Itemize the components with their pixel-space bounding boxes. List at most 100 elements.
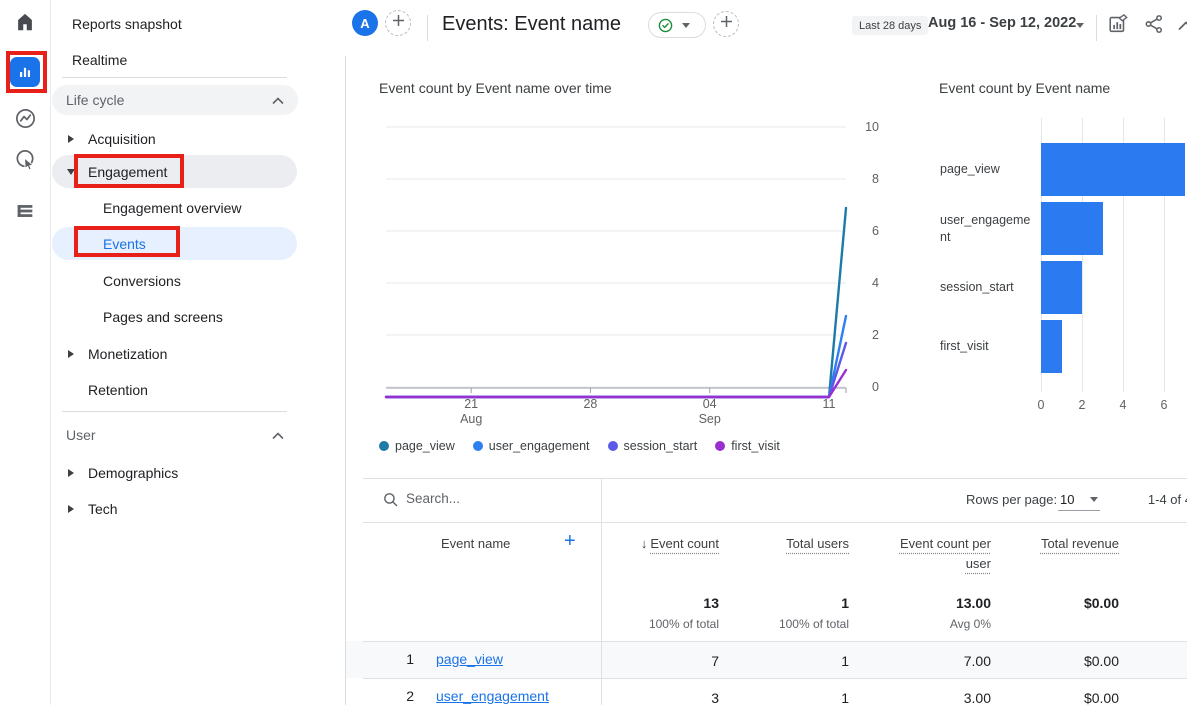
legend-label: session_start — [624, 439, 698, 453]
add-comparison-button[interactable] — [385, 10, 411, 36]
date-preset-badge: Last 28 days — [852, 16, 928, 35]
legend-item[interactable]: page_view — [379, 439, 455, 453]
svg-text:6: 6 — [872, 224, 879, 238]
column-header-total-revenue[interactable]: Total revenue — [1029, 534, 1119, 554]
report-status-button[interactable] — [648, 12, 706, 38]
legend-label: first_visit — [731, 439, 780, 453]
reports-icon — [10, 57, 40, 87]
cell-event-count-per-user: 3.00 — [891, 688, 991, 705]
collapse-down-icon — [65, 169, 77, 175]
expand-right-icon — [65, 469, 77, 477]
caret-down-icon — [1090, 497, 1098, 502]
sort-descending-icon: ↓ — [641, 534, 648, 554]
bar[interactable] — [1041, 143, 1185, 196]
cell-total-revenue: $0.00 — [1029, 688, 1119, 705]
section-label: Life cycle — [66, 92, 124, 108]
bar-axis-tick: 6 — [1154, 398, 1174, 412]
rows-per-page-value: 10 — [1060, 492, 1074, 507]
cell-event-count: 7 — [609, 651, 719, 673]
svg-text:21: 21 — [464, 397, 478, 411]
share-button[interactable] — [1141, 13, 1167, 39]
bar[interactable] — [1041, 261, 1082, 314]
check-circle-icon — [657, 17, 674, 34]
date-range-selector[interactable]: Aug 16 - Sep 12, 2022 — [928, 15, 1076, 31]
totals-sub-total-users: 100% of total — [739, 615, 849, 634]
sidebar-item-pages-and-screens[interactable]: Pages and screens — [52, 301, 297, 333]
svg-text:4: 4 — [872, 276, 879, 290]
sidebar-section-life-cycle[interactable]: Life cycle — [52, 85, 298, 115]
sidebar-item-tech[interactable]: Tech — [52, 492, 297, 525]
rows-per-page-select[interactable]: 10 — [1058, 489, 1100, 511]
add-report-button[interactable] — [713, 11, 739, 37]
totals-total-users: 1 — [739, 593, 849, 615]
column-header-total-users[interactable]: Total users — [739, 534, 849, 554]
bar[interactable] — [1041, 320, 1062, 373]
plus-icon — [720, 15, 733, 33]
svg-text:2: 2 — [872, 328, 879, 342]
event-name-link[interactable]: user_engagement — [436, 688, 549, 704]
legend-dot-icon — [379, 441, 389, 451]
sidebar-item-events[interactable]: Events — [52, 227, 297, 260]
sidebar-item-retention[interactable]: Retention — [52, 373, 297, 406]
chevron-up-icon — [272, 427, 284, 443]
bar-category-label: page_view — [940, 143, 1032, 196]
caret-down-icon — [682, 23, 690, 28]
sidebar-divider — [62, 77, 287, 78]
legend-item[interactable]: first_visit — [715, 439, 780, 453]
table-column-divider — [601, 478, 602, 705]
cell-total-users: 1 — [739, 688, 849, 705]
row-divider — [363, 641, 1187, 642]
sidebar-section-user[interactable]: User — [52, 420, 298, 450]
svg-text:Aug: Aug — [460, 412, 482, 426]
svg-text:11: 11 — [823, 397, 836, 411]
page-title: Events: Event name — [442, 13, 621, 36]
home-nav-button[interactable] — [0, 11, 50, 38]
bar-axis-tick: 0 — [1031, 398, 1051, 412]
explore-icon — [14, 107, 37, 135]
table-divider — [363, 522, 1187, 523]
chart-legend: page_view user_engagement session_start fir… — [379, 439, 780, 453]
column-header-event-count-per-user[interactable]: Event count per user — [891, 534, 991, 574]
sidebar-item-conversions[interactable]: Conversions — [52, 265, 297, 297]
column-header-event-name[interactable]: Event name — [441, 536, 510, 551]
sidebar-item-reports-snapshot[interactable]: Reports snapshot — [72, 8, 182, 40]
section-label: User — [66, 427, 96, 443]
column-header-event-count[interactable]: ↓Event count — [609, 534, 719, 554]
comparison-avatar[interactable]: A — [352, 10, 378, 36]
rows-per-page-label: Rows per page: — [966, 492, 1057, 507]
library-icon — [14, 200, 36, 227]
sidebar-item-realtime[interactable]: Realtime — [72, 44, 127, 76]
svg-text:28: 28 — [583, 397, 597, 411]
sidebar-item-demographics[interactable]: Demographics — [52, 456, 297, 489]
sidebar-item-engagement[interactable]: Engagement — [52, 155, 297, 188]
bar[interactable] — [1041, 202, 1103, 255]
library-nav-button[interactable] — [0, 200, 50, 227]
svg-text:Sep: Sep — [699, 412, 721, 426]
sidebar-item-monetization[interactable]: Monetization — [52, 337, 297, 370]
line-chart[interactable]: 024681021Aug2804Sep11 — [376, 110, 891, 428]
bar-chart[interactable]: 0246page_viewuser_engagementsession_star… — [936, 110, 1187, 440]
sidebar-item-acquisition[interactable]: Acquisition — [52, 122, 297, 155]
totals-sub-event-count-per-user: Avg 0% — [891, 615, 991, 634]
expand-right-icon — [65, 350, 77, 358]
legend-item[interactable]: session_start — [608, 439, 698, 453]
svg-text:04: 04 — [703, 397, 717, 411]
svg-text:8: 8 — [872, 172, 879, 186]
search-input[interactable] — [404, 490, 578, 507]
expand-right-icon — [65, 135, 77, 143]
event-name-link[interactable]: page_view — [436, 651, 503, 667]
share-icon — [1143, 13, 1165, 40]
advertising-nav-button[interactable] — [0, 148, 50, 176]
customize-report-button[interactable] — [1105, 13, 1131, 39]
reports-nav-button[interactable] — [0, 57, 50, 87]
svg-text:10: 10 — [865, 120, 879, 134]
report-header: A Events: Event name Last 28 days Aug 16… — [345, 0, 1187, 57]
plus-icon — [392, 14, 405, 32]
legend-item[interactable]: user_engagement — [473, 439, 590, 453]
explore-nav-button[interactable] — [0, 107, 50, 135]
bar-category-label: user_engagement — [940, 202, 1032, 255]
add-column-icon[interactable]: + — [564, 530, 576, 553]
bar-chart-title: Event count by Event name — [939, 80, 1110, 96]
insights-button[interactable] — [1176, 13, 1187, 39]
sidebar-item-engagement-overview[interactable]: Engagement overview — [52, 192, 297, 224]
